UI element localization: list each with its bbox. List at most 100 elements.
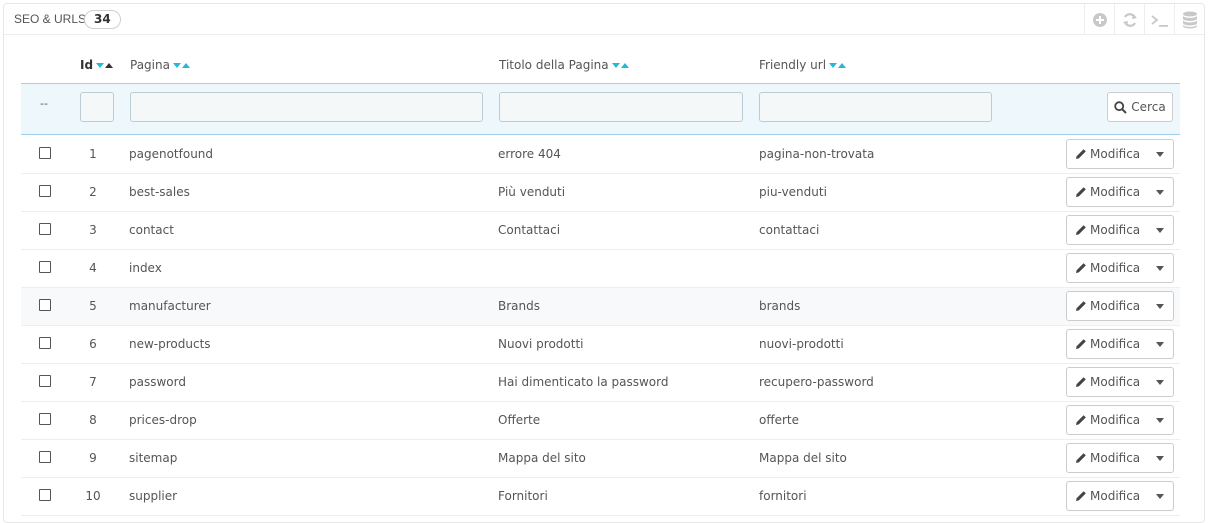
edit-button[interactable]: Modifica [1067,223,1147,237]
table-header: Id Pagina Titolo della Pagina Friendly u… [21,48,1180,83]
row-actions-dropdown-toggle[interactable] [1147,341,1173,347]
sort-desc-icon[interactable] [96,62,105,68]
edit-button-label: Modifica [1090,413,1141,427]
edit-button[interactable]: Modifica [1067,489,1147,503]
edit-button-label: Modifica [1090,261,1141,275]
pencil-icon [1076,453,1086,463]
table-row: 4 index Modifica [21,250,1180,288]
row-actions-dropdown-toggle[interactable] [1147,417,1173,423]
filter-id-input[interactable] [80,92,114,122]
row-friendly-url: piu-venduti [759,185,827,199]
table-row: 6 new-products Nuovi prodotti nuovi-prod… [21,326,1180,364]
edit-button[interactable]: Modifica [1067,413,1147,427]
count-badge: 34 [84,10,121,29]
export-button[interactable] [1174,4,1204,35]
column-header-id-label: Id [80,58,94,72]
edit-button[interactable]: Modifica [1067,375,1147,389]
row-checkbox[interactable] [39,147,51,159]
row-actions-dropdown-toggle[interactable] [1147,455,1173,461]
edit-button-label: Modifica [1090,489,1141,503]
sort-asc-icon[interactable] [181,62,190,68]
chevron-down-icon [1156,151,1164,157]
row-actions: Modifica [1066,177,1174,207]
sort-desc-icon[interactable] [611,62,620,68]
row-id: 5 [89,299,97,313]
row-actions-dropdown-toggle[interactable] [1147,265,1173,271]
row-title: Offerte [498,413,541,427]
edit-button-label: Modifica [1090,451,1141,465]
row-checkbox[interactable] [39,489,51,501]
edit-button[interactable]: Modifica [1067,261,1147,275]
sort-asc-icon[interactable] [838,62,847,68]
sort-controls-page [172,62,190,68]
row-page: sitemap [129,451,178,465]
row-title: Nuovi prodotti [498,337,584,351]
chevron-down-icon [1156,265,1164,271]
row-page: supplier [129,489,178,503]
filter-url-input[interactable] [759,92,992,122]
search-button[interactable]: Cerca [1107,92,1173,122]
row-friendly-url: Mappa del sito [759,451,847,465]
row-checkbox[interactable] [39,375,51,387]
row-checkbox[interactable] [39,299,51,311]
row-page: prices-drop [129,413,197,427]
row-actions: Modifica [1066,329,1174,359]
column-header-title: Titolo della Pagina [499,58,629,72]
panel-toolbar [1084,4,1204,35]
row-friendly-url: nuovi-prodotti [759,337,844,351]
row-checkbox[interactable] [39,451,51,463]
panel-title: SEO & URLS [14,12,87,26]
row-id: 2 [89,185,97,199]
chevron-down-icon [1156,303,1164,309]
chevron-down-icon [1156,455,1164,461]
chevron-down-icon [1156,417,1164,423]
sort-desc-icon[interactable] [172,62,181,68]
edit-button[interactable]: Modifica [1067,299,1147,313]
edit-button-label: Modifica [1090,147,1141,161]
sort-controls-title [611,62,629,68]
row-id: 1 [89,147,97,161]
row-actions-dropdown-toggle[interactable] [1147,379,1173,385]
sort-asc-icon[interactable] [105,62,114,68]
chevron-down-icon [1156,493,1164,499]
row-actions-dropdown-toggle[interactable] [1147,303,1173,309]
table-body: 1 pagenotfound errore 404 pagina-non-tro… [21,136,1180,516]
row-actions-dropdown-toggle[interactable] [1147,189,1173,195]
row-friendly-url: fornitori [759,489,807,503]
row-actions-dropdown-toggle[interactable] [1147,493,1173,499]
row-checkbox[interactable] [39,223,51,235]
row-id: 10 [85,489,101,503]
search-icon [1114,100,1128,114]
row-checkbox[interactable] [39,185,51,197]
sort-asc-icon[interactable] [620,62,629,68]
row-friendly-url: offerte [759,413,800,427]
edit-button[interactable]: Modifica [1067,451,1147,465]
refresh-button[interactable] [1114,4,1144,35]
sql-query-button[interactable] [1144,4,1174,35]
row-checkbox[interactable] [39,413,51,425]
row-friendly-url: contattaci [759,223,820,237]
row-id: 3 [89,223,97,237]
row-checkbox[interactable] [39,261,51,273]
row-actions-dropdown-toggle[interactable] [1147,227,1173,233]
sql-query-icon [1150,14,1168,27]
bulk-placeholder: -- [40,97,48,110]
table-row: 1 pagenotfound errore 404 pagina-non-tro… [21,136,1180,174]
sort-desc-icon[interactable] [829,62,838,68]
row-page: manufacturer [129,299,211,313]
row-title: Mappa del sito [498,451,586,465]
row-id: 9 [89,451,97,465]
row-friendly-url: recupero-password [759,375,874,389]
filter-page-input[interactable] [130,92,483,122]
edit-button[interactable]: Modifica [1067,337,1147,351]
row-id: 6 [89,337,97,351]
row-actions-dropdown-toggle[interactable] [1147,151,1173,157]
edit-button[interactable]: Modifica [1067,185,1147,199]
edit-button-label: Modifica [1090,375,1141,389]
edit-button[interactable]: Modifica [1067,147,1147,161]
row-checkbox[interactable] [39,337,51,349]
filter-title-input[interactable] [499,92,743,122]
add-new-button[interactable] [1084,4,1114,35]
row-title: Hai dimenticato la password [498,375,669,389]
pencil-icon [1076,149,1086,159]
